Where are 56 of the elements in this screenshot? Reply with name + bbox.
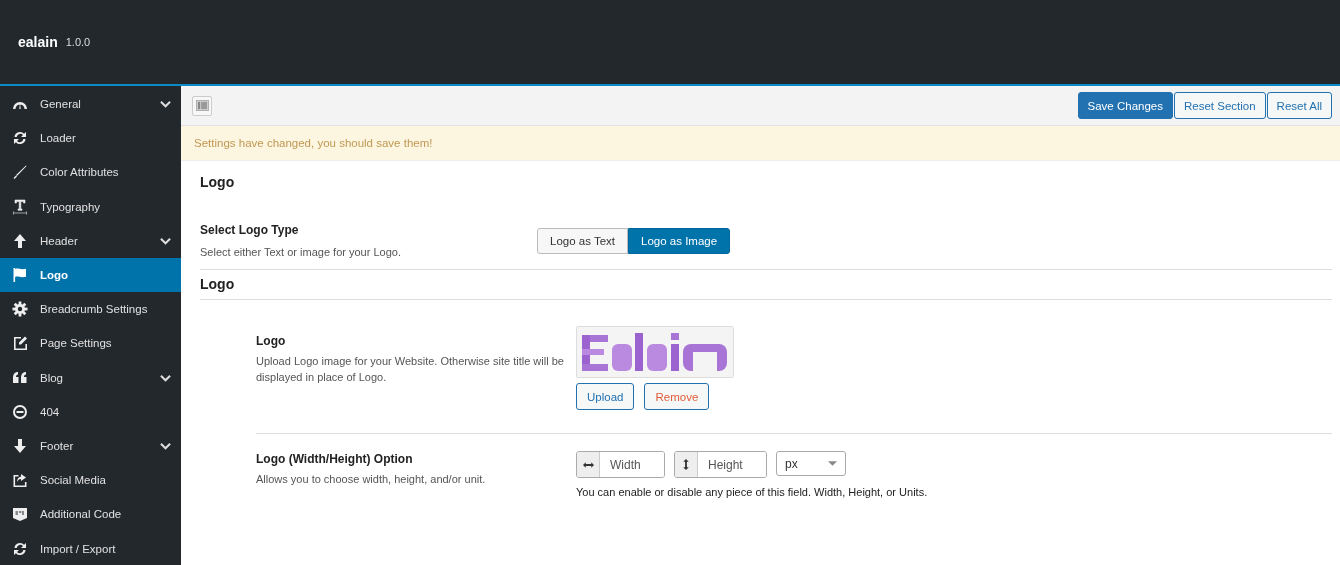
horizontal-arrows-icon [582,461,594,468]
app-title: ealain [18,34,58,50]
sidebar-item[interactable]: Footer [0,428,181,464]
field-label: Select Logo Type [200,222,300,237]
sidebar-item[interactable]: Additional Code [0,497,181,532]
share-icon [12,472,28,489]
height-field[interactable]: Height [674,451,767,478]
sidebar-item[interactable]: Social Media [0,463,181,498]
code-icon [12,506,28,523]
dropdown-caret-icon [828,461,837,466]
segment-button[interactable]: Logo as Image [628,228,731,254]
sidebar-item[interactable]: Import / Export [0,531,181,565]
notice-text: Settings have changed, you should save them! [194,137,433,149]
upload-button[interactable]: Upload [576,383,635,410]
chevron-down-icon [160,236,171,245]
sidebar-item[interactable]: Header [0,223,181,258]
chevron-down-icon [160,100,171,109]
segment-button[interactable]: Logo as Text [537,228,628,254]
sidebar-item[interactable]: Blog [0,360,181,395]
field-description: Allows you to choose width, height, and/or unit. [256,472,487,487]
up-arrow-icon [12,232,28,249]
field-description: Select either Text or image for your Logo. [200,244,402,260]
toolbar-button[interactable]: Reset Section [1174,92,1266,119]
layout-toggle-button[interactable] [192,95,212,116]
subsection-title: Logo [200,276,236,292]
sidebar-item[interactable]: Loader [0,121,181,156]
field-label: Logo [256,334,287,348]
sidebar-item[interactable]: General [0,87,181,122]
sidebar-item[interactable]: Breadcrumb Settings [0,292,181,327]
edit-icon [12,335,28,352]
flag-icon [12,267,28,284]
field-description: Upload Logo image for your Website. Otherwise site title will be displayed in place of Logo. [256,354,565,385]
help-text: You can enable or disable any piece of this field. Width, Height, or Units. [576,486,928,498]
sidebar-item[interactable]: Color Attributes [0,155,181,190]
refresh-icon [12,540,28,557]
toolbar-button[interactable]: Save Changes [1077,92,1173,119]
sidebar-item[interactable]: Typography [0,189,181,224]
section-title: Logo [200,174,236,190]
brush-icon [12,164,28,181]
text-icon [12,198,28,215]
unit-dropdown[interactable]: px [776,451,846,476]
version-label: 1.0.0 [65,36,91,48]
chevron-down-icon [160,373,171,382]
settings-icon [12,301,28,318]
refresh-icon [12,130,28,147]
down-arrow-icon [12,437,28,454]
vertical-arrows-icon [683,459,689,470]
width-field[interactable]: Width [576,451,665,478]
sidebar-item[interactable]: Page Settings [0,326,181,361]
quote-icon [12,369,28,386]
sidebar-item[interactable]: Logo [0,257,181,293]
chevron-down-icon [160,441,171,450]
columns-icon [195,100,209,111]
toolbar-button[interactable]: Reset All [1266,92,1332,119]
field-label: Logo (Width/Height) Option [256,452,414,466]
sidebar-item[interactable]: 404 [0,394,181,429]
